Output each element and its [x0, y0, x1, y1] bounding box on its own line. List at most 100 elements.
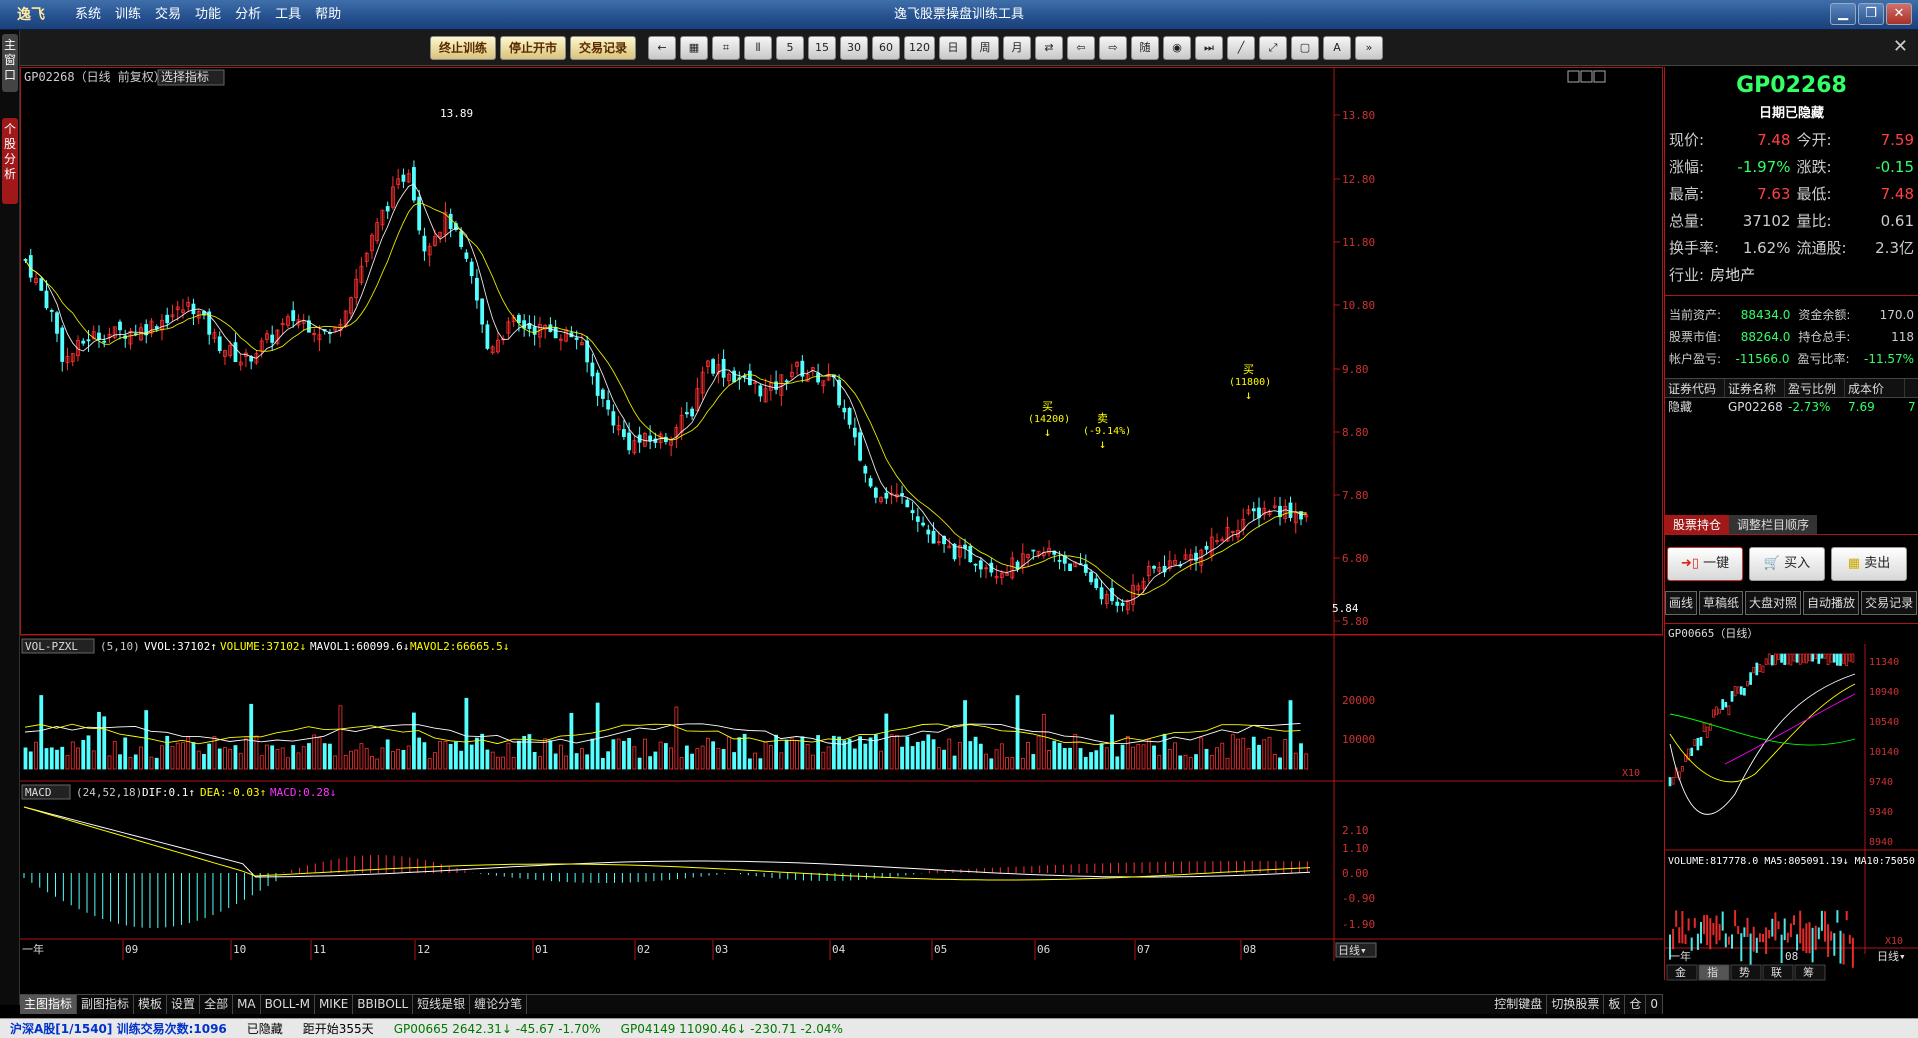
toolbar-icon-12[interactable]: ⇄ [1035, 36, 1063, 60]
sell-button[interactable]: ▦ 卖出 [1831, 547, 1907, 581]
mini-candle [1808, 653, 1811, 662]
mini-chart[interactable]: GP00665（日线） 11340 10940 10540 10140 9740 9340… [1665, 623, 1918, 981]
menu-item-6[interactable]: 帮助 [308, 0, 348, 30]
mini-tab-label: 联 [1771, 966, 1782, 979]
menu-item-0[interactable]: 系统 [68, 0, 108, 30]
volume-bar [412, 712, 416, 770]
price-label: 13.80 [1342, 109, 1375, 122]
toolbar-button-1[interactable]: 停止开市 [500, 36, 567, 60]
right-tab-1[interactable]: 切换股票 [1547, 995, 1605, 1014]
price-label: 12.80 [1342, 173, 1375, 186]
candle-body [532, 326, 537, 335]
toolbar-icon-10[interactable]: 周 [971, 36, 999, 60]
toolbar-icon-17[interactable]: ⏭ [1195, 36, 1223, 60]
tool-button-2[interactable]: 大盘对照 [1745, 591, 1802, 615]
candle-body [1031, 549, 1036, 552]
right-tab-4[interactable]: 0 [1646, 995, 1663, 1014]
toolbar-icon-21[interactable]: A [1323, 36, 1351, 60]
indicator-tab-0[interactable]: 主图指标 [20, 995, 78, 1014]
toolbar-icon-19[interactable]: ⤢ [1259, 36, 1287, 60]
tab-holdings[interactable]: 股票持仓 [1665, 515, 1730, 534]
candle-body [816, 372, 820, 383]
indicator-tab-3[interactable]: 设置 [167, 995, 201, 1014]
tool-button-0[interactable]: 画线 [1665, 591, 1698, 615]
menu-item-4[interactable]: 分析 [228, 0, 268, 30]
one-click-button[interactable]: ➜▯ 一键 [1667, 547, 1743, 581]
toolbar-icon-0[interactable]: ← [648, 36, 676, 60]
toolbar-icon-4[interactable]: 5 [776, 36, 804, 60]
tool-button-1[interactable]: 草稿纸 [1699, 591, 1744, 615]
tab-main-window[interactable]: 主窗口 [2, 34, 18, 92]
toolbar-icon-7[interactable]: 60 [872, 36, 900, 60]
tab-stock-analysis[interactable]: 个股分析 [2, 118, 18, 204]
menu-item-1[interactable]: 训练 [108, 0, 148, 30]
status-bar: 沪深A股[1/1540] 训练交易次数:1096 已隐藏 距开始355天 GP0066… [0, 1018, 1918, 1038]
menu-item-2[interactable]: 交易 [148, 0, 188, 30]
candle-body [611, 411, 616, 426]
menu-item-5[interactable]: 工具 [268, 0, 308, 30]
indicator-tab-5[interactable]: MA [233, 995, 261, 1014]
toolbar-icon-3[interactable]: ⫴ [744, 36, 772, 60]
indicator-tab-8[interactable]: BBIBOLL [353, 995, 414, 1014]
account-cell: 当前资产: [1669, 308, 1722, 322]
toolbar-icon-22[interactable]: » [1355, 36, 1383, 60]
tool-button-4[interactable]: 交易记录 [1861, 591, 1918, 615]
account-cell: 170.0 [1879, 308, 1914, 322]
mini-candle [1832, 653, 1836, 663]
mini-period-select[interactable]: 日线▾ [1877, 949, 1906, 963]
mini-chart-title: GP00665（日线） [1668, 626, 1758, 640]
mini-vol-bar [1793, 915, 1795, 925]
volume-bar [1057, 742, 1062, 770]
toolbar-icon-15[interactable]: 随 [1131, 36, 1159, 60]
mini-vol-bar [1851, 937, 1854, 968]
tool-button-3[interactable]: 自动播放 [1803, 591, 1860, 615]
mini-candle [1826, 653, 1830, 666]
toolbar-button-0[interactable]: 终止训练 [430, 36, 497, 60]
toolbar-icon-1[interactable]: ▦ [680, 36, 708, 60]
toolbar-icon-20[interactable]: ▢ [1291, 36, 1319, 60]
indicator-tab-2[interactable]: 模板 [134, 995, 168, 1014]
indicator-tab-10[interactable]: 缠论分笔 [470, 995, 528, 1014]
close-button[interactable]: ✕ [1886, 3, 1912, 25]
close-chart-icon[interactable]: ✕ [1893, 36, 1908, 57]
x-axis-month: 01 [535, 943, 548, 956]
indicator-tab-6[interactable]: BOLL-M [261, 995, 315, 1014]
tab-adjust-columns[interactable]: 调整栏目顺序 [1729, 515, 1818, 534]
mini-vol-bar [1672, 929, 1675, 950]
toolbar-icon-9[interactable]: 日 [939, 36, 967, 60]
toolbar-icon-6[interactable]: 30 [840, 36, 868, 60]
buy-button[interactable]: 🛒 买入 [1749, 547, 1825, 581]
account-cell: 股票市值: [1669, 330, 1722, 344]
volume-bar [921, 740, 925, 770]
right-tab-2[interactable]: 板 [1604, 995, 1626, 1014]
indicator-tab-1[interactable]: 副图指标 [77, 995, 135, 1014]
toolbar-icon-14[interactable]: ⇨ [1099, 36, 1127, 60]
toolbar-icon-11[interactable]: 月 [1003, 36, 1031, 60]
volume-bar [1278, 757, 1282, 770]
main-chart-area[interactable]: GP02268（日线 前复权） 选择指标 13.89 5.84 买 (14200)… [20, 67, 1663, 980]
right-tab-0[interactable]: 控制键盘 [1490, 995, 1548, 1014]
toolbar-icon-18[interactable]: ╱ [1227, 36, 1255, 60]
toolbar-icon-5[interactable]: 15 [808, 36, 836, 60]
menu-item-3[interactable]: 功能 [188, 0, 228, 30]
mini-candle [1718, 708, 1721, 714]
toolbar-icon-16[interactable]: ◉ [1163, 36, 1191, 60]
right-tab-3[interactable]: 仓 [1625, 995, 1647, 1014]
volume-bar [590, 738, 595, 770]
candle-body [606, 400, 611, 410]
holding-row[interactable]: 隐藏 GP02268 -2.73% 7.69 7 [1665, 398, 1918, 416]
mini-vol-bar [1799, 910, 1802, 944]
indicator-tab-9[interactable]: 短线是银 [413, 995, 471, 1014]
maximize-button[interactable]: ❐ [1858, 3, 1884, 25]
indicator-tab-7[interactable]: MIKE [315, 995, 354, 1014]
mini-candle [1755, 662, 1759, 676]
toolbar-icon-13[interactable]: ⇦ [1067, 36, 1095, 60]
toolbar-icon-8[interactable]: 120 [904, 36, 935, 60]
toolbar-icon-2[interactable]: ⌗ [712, 36, 740, 60]
minimize-button[interactable]: ▁ [1830, 3, 1856, 25]
indicator-tab-4[interactable]: 全部 [200, 995, 234, 1014]
mini-vol-bar [1765, 927, 1768, 955]
volume-bar [963, 700, 967, 770]
x-axis-year: 一年 [22, 942, 44, 956]
toolbar-button-2[interactable]: 交易记录 [570, 36, 637, 60]
